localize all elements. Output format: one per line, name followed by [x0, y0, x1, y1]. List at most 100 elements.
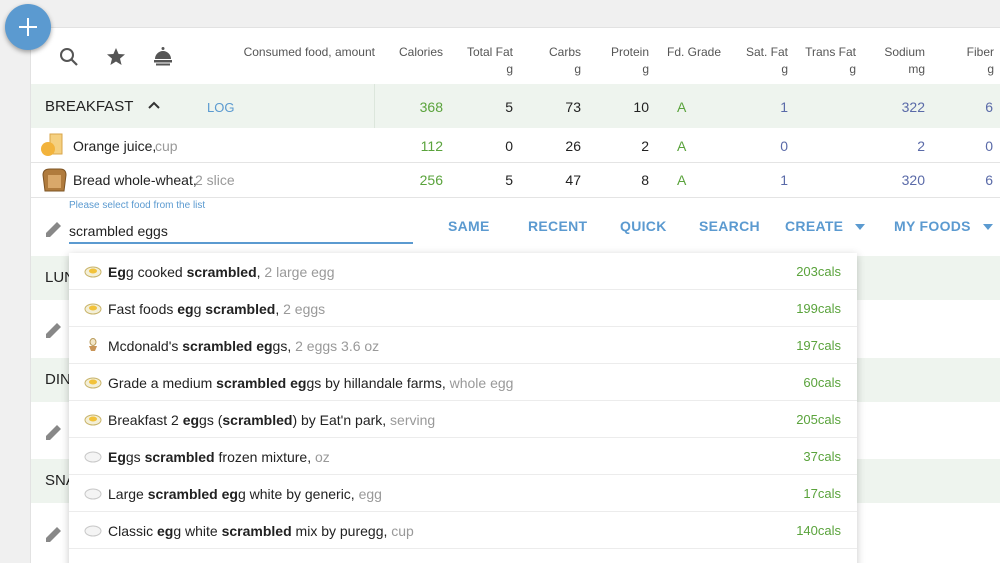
suggestion-name: Egg cooked scrambled, 2 large egg	[108, 264, 335, 280]
chevron-up-icon[interactable]	[147, 100, 161, 110]
egg-icon	[84, 266, 102, 278]
suggestion-calories: 205cals	[796, 412, 841, 427]
col-carbs: Carbs g	[548, 45, 581, 76]
match-highlight: eg	[177, 301, 194, 317]
egg-icon	[84, 377, 102, 389]
suggestion-name: Large scrambled egg white by generic, eg…	[108, 486, 382, 502]
food-amount: 2 slice	[195, 172, 235, 188]
match-highlight: eg	[157, 523, 174, 539]
name-text: Breakfast 2	[108, 412, 183, 428]
pencil-icon[interactable]	[43, 523, 65, 545]
item-protein: 2	[641, 138, 649, 154]
tab-recent[interactable]: RECENT	[528, 218, 587, 234]
pencil-icon[interactable]	[43, 218, 65, 240]
suggestion-item[interactable]: Breakfast 2 eggs (scrambled) by Eat'n pa…	[69, 401, 857, 438]
suggestion-calories: 17cals	[803, 486, 841, 501]
match-highlight: scrambled	[205, 301, 276, 317]
match-highlight: scrambled eg	[147, 486, 238, 502]
match-highlight: scrambled eg	[216, 375, 307, 391]
tab-search[interactable]: SEARCH	[699, 218, 760, 234]
item-sat-fat: 1	[780, 172, 788, 188]
suggestion-calories: 203cals	[796, 264, 841, 279]
col-sat-fat: Sat. Fat g	[745, 45, 788, 76]
orange-juice-icon	[41, 133, 63, 156]
suggestion-name: Grade a medium scrambled eggs by hilland…	[108, 375, 513, 391]
item-grade: A	[677, 138, 687, 154]
suggestion-amount: 2 eggs 3.6 oz	[291, 338, 380, 354]
tab-quick[interactable]: QUICK	[620, 218, 667, 234]
name-text: g white by generic,	[237, 486, 355, 502]
name-text: gs,	[272, 338, 292, 354]
suggestion-amount: cup	[387, 523, 414, 539]
star-icon[interactable]	[106, 47, 126, 67]
breakfast-carbs: 73	[565, 99, 581, 115]
item-calories: 112	[420, 138, 443, 154]
suggestion-amount: egg	[354, 486, 382, 502]
name-text: g white	[173, 523, 222, 539]
suggestion-amount: 2 large egg	[260, 264, 335, 280]
bread-icon	[42, 168, 67, 192]
name-text: frozen mixture,	[214, 449, 312, 465]
name-text: gs	[125, 449, 145, 465]
add-button[interactable]	[5, 4, 51, 50]
egg-icon	[84, 303, 102, 315]
suggestion-item[interactable]: Large scrambled egg white by generic, eg…	[69, 475, 857, 512]
col-calories: Calories	[398, 45, 443, 59]
tab-my-foods-label: MY FOODS	[894, 218, 971, 234]
table-row[interactable]: Bread whole-wheat, 2 slice 256 5 47 8 A …	[31, 163, 1000, 197]
suggestion-item[interactable]: Mcdonald's scrambled eggs, 2 eggs 3.6 oz…	[69, 327, 857, 364]
suggestion-amount: 2 eggs	[279, 301, 326, 317]
breakfast-sodium: 322	[901, 99, 925, 115]
food-name: Orange juice,	[73, 138, 157, 154]
suggestion-item[interactable]: Grade a medium scrambled eggs by hilland…	[69, 364, 857, 401]
egg-icon	[84, 414, 102, 426]
search-hint: Please select food from the list	[69, 200, 206, 211]
egg-white-icon	[84, 525, 102, 537]
suggestion-calories: 37cals	[803, 449, 841, 464]
name-text: mix by puregg,	[291, 523, 388, 539]
log-button[interactable]: LOG	[207, 100, 234, 115]
tab-create-label: CREATE	[785, 218, 844, 234]
suggestion-calories: 140cals	[796, 523, 841, 538]
restaurant-icon[interactable]	[152, 45, 174, 67]
food-log-card: Consumed food, amount Calories Total Fat…	[30, 27, 1000, 563]
search-icon[interactable]	[59, 47, 79, 67]
suggestion-item[interactable]: Eggs scrambled frozen mixture, oz 37cals	[69, 438, 857, 475]
item-fat: 5	[505, 172, 513, 188]
col-protein: Protein g	[610, 45, 649, 76]
name-text: Classic	[108, 523, 158, 539]
item-sodium: 320	[901, 172, 925, 188]
dinner-title: DIN	[45, 371, 71, 388]
item-sodium: 2	[917, 138, 925, 154]
suggestion-amount: oz	[311, 449, 330, 465]
breakfast-calories: 368	[419, 99, 443, 115]
col-trans-fat: Trans Fat g	[805, 45, 856, 76]
pencil-icon[interactable]	[43, 319, 65, 341]
match-highlight: scrambled	[222, 412, 293, 428]
match-highlight: scrambled	[221, 523, 292, 539]
col-fiber: Fiber g	[966, 45, 994, 76]
name-text: Mcdonald's	[108, 338, 183, 354]
table-row[interactable]: Orange juice, cup 112 0 26 2 A 0 2 0	[31, 128, 1000, 162]
suggestion-item[interactable]: Classic egg white scrambled mix by pureg…	[69, 512, 857, 549]
chevron-down-icon	[855, 224, 866, 231]
tab-my-foods[interactable]: MY FOODS	[894, 218, 993, 234]
pencil-icon[interactable]	[43, 421, 65, 443]
suggestion-item[interactable]: Egg cooked scrambled, 2 large egg 203cals	[69, 253, 857, 290]
name-text: Large	[108, 486, 148, 502]
suggestion-name: Mcdonald's scrambled eggs, 2 eggs 3.6 oz	[108, 338, 379, 354]
suggestion-calories: 197cals	[796, 338, 841, 353]
food-name: Bread whole-wheat,	[73, 172, 197, 188]
col-total-fat: Total Fat g	[466, 45, 513, 76]
item-calories: 256	[419, 172, 443, 188]
breakfast-title: BREAKFAST	[45, 98, 134, 115]
tab-create[interactable]: CREATE	[785, 218, 866, 234]
food-search-input[interactable]	[69, 220, 413, 244]
suggestion-item[interactable]: Fast foods egg scrambled, 2 eggs 199cals	[69, 290, 857, 327]
suggestion-amount: whole egg	[445, 375, 514, 391]
item-sat-fat: 0	[780, 138, 788, 154]
match-highlight: Eg	[108, 449, 126, 465]
match-highlight: scrambled	[144, 449, 215, 465]
item-carbs: 26	[565, 138, 581, 154]
tab-same[interactable]: SAME	[448, 218, 490, 234]
